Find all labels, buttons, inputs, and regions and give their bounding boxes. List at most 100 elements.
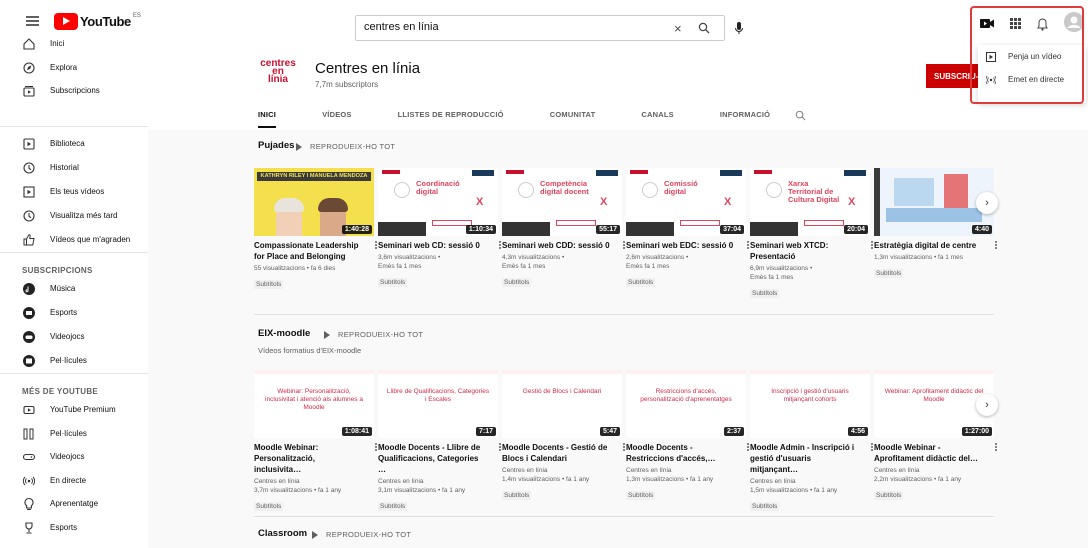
video-duration: 5:47: [599, 427, 620, 436]
video-card[interactable]: Inscripció i gestió d'usuaris mitjançant…: [750, 370, 873, 513]
channel-avatar[interactable]: centres en línia: [258, 52, 298, 92]
pel-licules-icon: [23, 355, 35, 367]
sidebar-item-videos-que-m-agraden[interactable]: Vídeos que m'agraden: [0, 229, 148, 251]
thumbnail-text: Webinar: Personalització, inclusivitat i…: [265, 388, 363, 411]
more-options-icon[interactable]: [995, 442, 998, 454]
tab-videos[interactable]: VÍDEOS: [322, 106, 352, 128]
video-title[interactable]: Seminari web EDC: sessió 0: [626, 240, 736, 251]
video-thumbnail[interactable]: KATHRYN RILEY I MANUELA MENDOZA 1:40:28: [254, 168, 374, 236]
create-video-icon[interactable]: [980, 18, 994, 29]
sidebar-item-biblioteca[interactable]: Biblioteca: [0, 133, 148, 155]
sidebar-item-esports[interactable]: Esports: [0, 302, 148, 324]
sidebar-item-label: Historial: [50, 163, 79, 172]
video-card[interactable]: Coordinació digital X 1:10:34 Seminari w…: [378, 168, 501, 289]
video-title[interactable]: Moodle Docents - Restriccions d'accés,…: [626, 442, 736, 464]
video-card[interactable]: Restriccions d'accés, personalització d'…: [626, 370, 749, 502]
play-all-label: REPRODUEIX-HO TOT: [310, 142, 396, 151]
sidebar-item-aprenentatge[interactable]: Aprenentatge: [0, 493, 148, 515]
account-avatar-icon[interactable]: [1064, 12, 1084, 32]
video-card[interactable]: Xarxa Territorial de Cultura Digital X 2…: [750, 168, 873, 300]
video-card[interactable]: Llibre de Qualificacions, Categories i E…: [378, 370, 501, 513]
video-thumbnail[interactable]: Webinar: Personalització, inclusivitat i…: [254, 370, 374, 438]
sidebar-item-visualitza-mes-tard[interactable]: Visualitza més tard: [0, 205, 148, 227]
sidebar-item-inici[interactable]: Inici: [0, 33, 148, 55]
video-card[interactable]: Gestió de Blocs i Calendari 5:47 Moodle D…: [502, 370, 625, 502]
play-all-label: REPRODUEIX-HO TOT: [338, 330, 424, 339]
sidebar-item-subscripcions[interactable]: Subscripcions: [0, 80, 148, 102]
sidebar-item-videojocs[interactable]: Videojocs: [0, 446, 148, 468]
video-meta-block: Centres en línia 1,5m visualitzacions • f…: [750, 477, 870, 495]
video-meta: Emès fa 1 mes: [502, 263, 546, 270]
sidebar-item-pel-licules[interactable]: Pel·lícules: [0, 350, 148, 372]
sidebar-item-esports[interactable]: Esports: [0, 517, 148, 539]
microphone-icon[interactable]: [734, 21, 744, 37]
video-meta: Centres en línia: [750, 478, 796, 485]
sidebar-item-historial[interactable]: Historial: [0, 157, 148, 179]
video-title[interactable]: Seminari web CDD: sessió 0: [502, 240, 612, 251]
tab-canals[interactable]: CANALS: [641, 106, 673, 128]
video-thumbnail[interactable]: Inscripció i gestió d'usuaris mitjançant…: [750, 370, 870, 438]
sidebar-item-els-teus-videos[interactable]: Els teus vídeos: [0, 181, 148, 203]
play-all-button[interactable]: REPRODUEIX-HO TOT: [296, 142, 395, 151]
next-arrow-button[interactable]: ›: [976, 394, 998, 416]
video-card[interactable]: KATHRYN RILEY I MANUELA MENDOZA 1:40:28 …: [254, 168, 377, 291]
sidebar-item-en-directe[interactable]: En directe: [0, 470, 148, 492]
top-bar: YouTube ES ×: [0, 0, 1088, 42]
search-input[interactable]: [364, 21, 664, 33]
shelf-title[interactable]: Classroom: [258, 528, 307, 539]
apps-icon[interactable]: [1010, 18, 1021, 29]
tab-comunitat[interactable]: COMUNITAT: [550, 106, 596, 128]
sidebar-item-explora[interactable]: Explora: [0, 57, 148, 79]
play-all-button[interactable]: REPRODUEIX-HO TOT: [324, 330, 423, 339]
video-title[interactable]: Moodle Webinar: Personalització, inclusi…: [254, 442, 364, 475]
sidebar-item-label: YouTube Premium: [50, 405, 116, 414]
video-thumbnail[interactable]: Xarxa Territorial de Cultura Digital X 2…: [750, 168, 870, 236]
menu-icon[interactable]: [26, 16, 39, 26]
video-thumbnail[interactable]: Restriccions d'accés, personalització d'…: [626, 370, 746, 438]
tab-informacio[interactable]: INFORMACIÓ: [720, 106, 770, 128]
video-thumbnail[interactable]: Comissió digital X 37:04: [626, 168, 746, 236]
channel-search-icon[interactable]: [795, 110, 806, 121]
sidebar-item-pel-licules[interactable]: Pel·lícules: [0, 423, 148, 445]
videojocs2-icon: [22, 453, 36, 461]
video-thumbnail[interactable]: Llibre de Qualificacions, Categories i E…: [378, 370, 498, 438]
aprenentatge-icon: [24, 497, 34, 510]
video-title[interactable]: Moodle Docents - Gestió de Blocs i Calen…: [502, 442, 612, 464]
play-all-button[interactable]: REPRODUEIX-HO TOT: [312, 530, 411, 539]
video-card[interactable]: Webinar: Aprofitament didàctic del Moodl…: [874, 370, 997, 502]
youtube-logo[interactable]: YouTube ES: [54, 13, 141, 30]
sidebar-divider: [0, 126, 148, 127]
sidebar-item-videojocs[interactable]: Videojocs: [0, 326, 148, 348]
video-title[interactable]: Moodle Admin - Inscripció i gestió d'usu…: [750, 442, 860, 475]
video-thumbnail[interactable]: Coordinació digital X 1:10:34: [378, 168, 498, 236]
video-card[interactable]: Competència digital docent X 55:17 Semin…: [502, 168, 625, 289]
tab-inici[interactable]: INICI: [258, 106, 277, 128]
more-options-icon[interactable]: [995, 240, 998, 252]
chevron-right-icon: ›: [985, 197, 989, 209]
clear-search-icon[interactable]: ×: [674, 21, 682, 36]
video-title[interactable]: Moodle Docents - Llibre de Qualificacion…: [378, 442, 488, 475]
video-thumbnail[interactable]: Gestió de Blocs i Calendari 5:47: [502, 370, 622, 438]
sidebar-item-musica[interactable]: Música: [0, 278, 148, 300]
video-title[interactable]: Moodle Webinar - Aprofitament didàctic d…: [874, 442, 984, 464]
video-title[interactable]: Seminari web XTCD: Presentació: [750, 240, 860, 262]
video-title[interactable]: Estratègia digital de centre: [874, 240, 984, 251]
shelf-title[interactable]: EIX-moodle: [258, 328, 310, 339]
video-card[interactable]: Comissió digital X 37:04 Seminari web ED…: [626, 168, 749, 289]
shelf-title[interactable]: Pujades: [258, 140, 294, 151]
video-title[interactable]: Compassionate Leadership for Place and B…: [254, 240, 364, 262]
video-card[interactable]: 4:40 Estratègia digital de centre 1,3m v…: [874, 168, 997, 280]
next-arrow-button[interactable]: ›: [976, 192, 998, 214]
video-title[interactable]: Seminari web CD: sessió 0: [378, 240, 488, 251]
notifications-icon[interactable]: [1037, 18, 1048, 31]
tab-llistes-de-reproduccio[interactable]: LLISTES DE REPRODUCCIÓ: [398, 106, 504, 128]
video-card[interactable]: Webinar: Personalització, inclusivitat i…: [254, 370, 377, 513]
go-live-item[interactable]: Emet en directe: [978, 68, 1086, 91]
sidebar-item-youtube-premium[interactable]: YouTube Premium: [0, 399, 148, 421]
search-icon[interactable]: [698, 22, 710, 34]
upload-video-item[interactable]: Penja un vídeo: [978, 45, 1086, 68]
video-duration: 1:40:28: [341, 225, 372, 234]
sidebar-item-label: Subscripcions: [50, 86, 100, 95]
video-thumbnail[interactable]: Competència digital docent X 55:17: [502, 168, 622, 236]
sidebar-item-label: Explora: [50, 62, 78, 72]
